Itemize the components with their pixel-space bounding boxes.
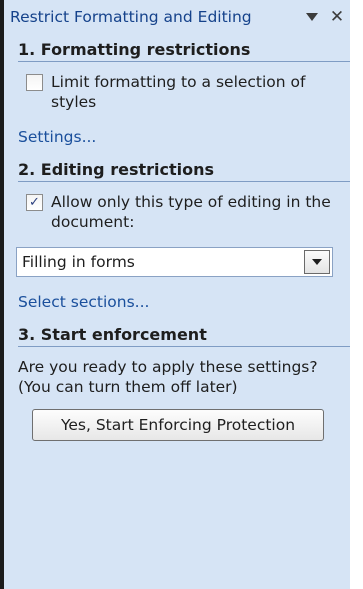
limit-formatting-label: Limit formatting to a selection of style…: [51, 73, 306, 111]
formatting-settings-link[interactable]: Settings...: [4, 128, 350, 146]
editing-restrictions-heading: 2. Editing restrictions: [4, 160, 350, 182]
editing-type-dropdown-button[interactable]: [304, 250, 330, 274]
triangle-down-icon: [306, 13, 318, 21]
pane-options-dropdown[interactable]: [304, 9, 320, 25]
editing-type-value: Filling in forms: [22, 253, 135, 271]
close-icon: ✕: [329, 7, 345, 27]
pane-title: Restrict Formatting and Editing: [10, 8, 252, 26]
select-sections-link[interactable]: Select sections...: [4, 293, 350, 311]
start-enforcing-button[interactable]: Yes, Start Enforcing Protection: [32, 409, 324, 441]
limit-formatting-option[interactable]: Limit formatting to a selection of style…: [4, 62, 350, 112]
allow-editing-checkbox[interactable]: ✓: [26, 194, 43, 211]
close-pane-button[interactable]: ✕: [328, 7, 346, 27]
start-enforcement-heading: 3. Start enforcement: [4, 325, 350, 347]
triangle-down-icon: [312, 259, 322, 265]
limit-formatting-checkbox[interactable]: [26, 74, 43, 91]
allow-editing-label: Allow only this type of editing in the d…: [51, 193, 331, 231]
restrict-editing-pane: Restrict Formatting and Editing ✕ 1. For…: [0, 0, 350, 589]
editing-type-select[interactable]: Filling in forms: [16, 247, 333, 277]
enforcement-prompt: Are you ready to apply these settings? (…: [18, 358, 318, 396]
document-edge: [350, 0, 363, 589]
checkmark-icon: ✓: [29, 195, 40, 210]
pane-titlebar: Restrict Formatting and Editing ✕: [4, 0, 350, 34]
allow-editing-option[interactable]: ✓ Allow only this type of editing in the…: [4, 182, 350, 232]
formatting-restrictions-heading: 1. Formatting restrictions: [4, 40, 350, 62]
